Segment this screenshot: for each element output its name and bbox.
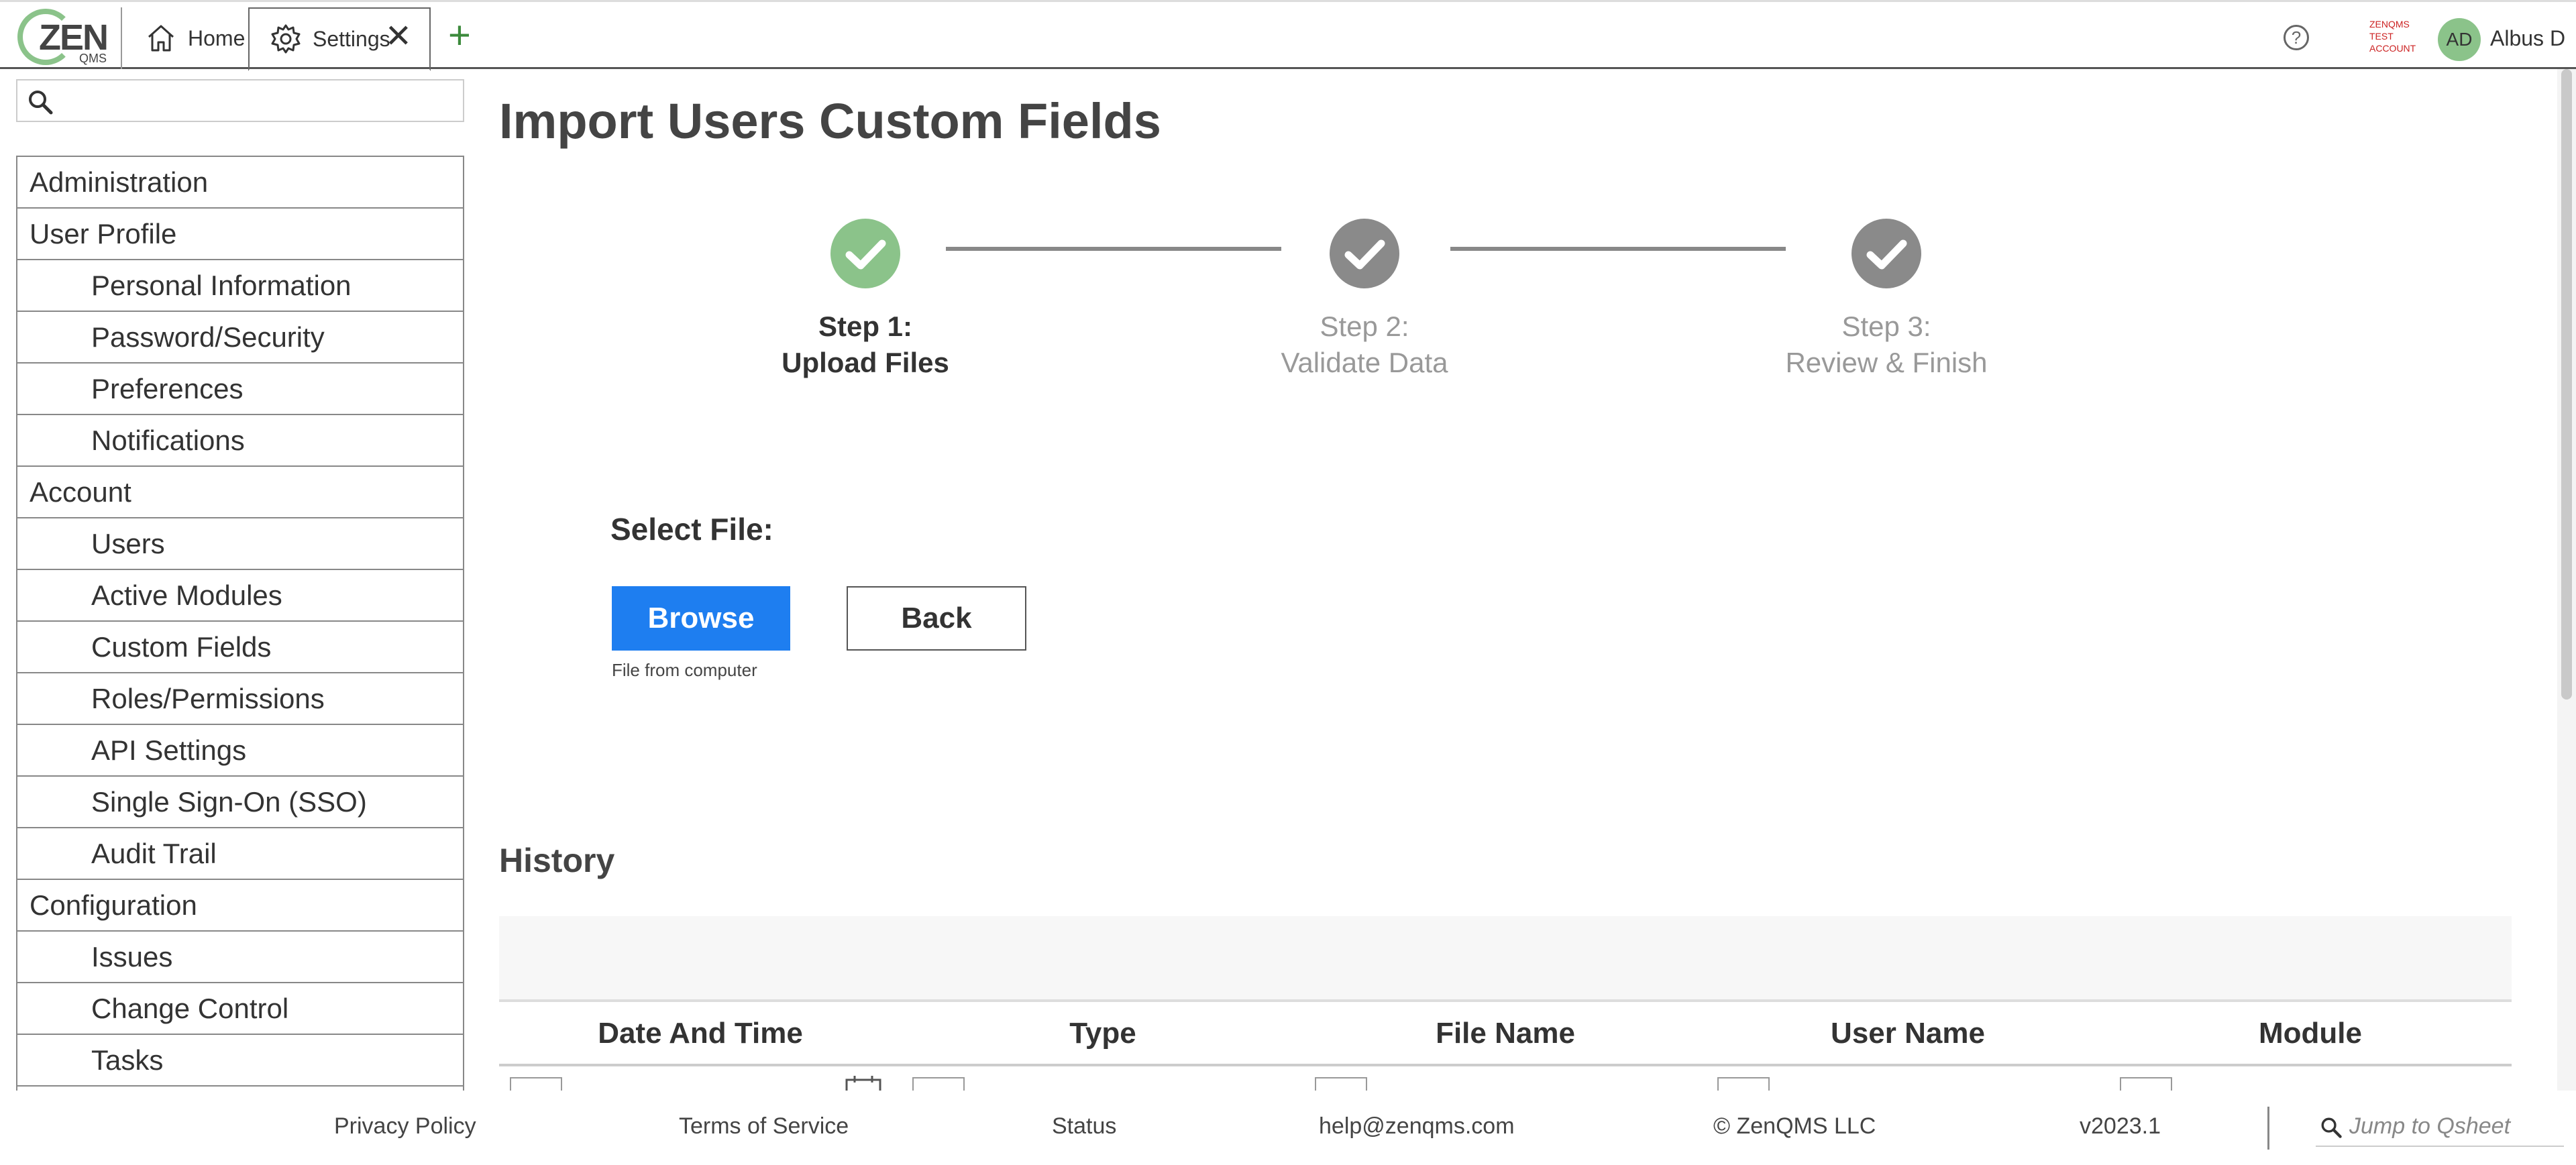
- step-3-title: Review & Finish: [1785, 347, 1988, 378]
- sidebar-item-sso[interactable]: Single Sign-On (SSO): [17, 777, 463, 828]
- version-text: v2023.1: [2080, 1113, 2161, 1139]
- step-3-label: Step 3: Review & Finish: [1752, 309, 2021, 381]
- zenqms-logo[interactable]: ZEN QMS: [15, 6, 109, 68]
- filter-type-operator[interactable]: [912, 1077, 965, 1091]
- browse-hint: File from computer: [612, 660, 757, 680]
- sidebar-item-issues[interactable]: Issues: [17, 932, 463, 983]
- sidebar-item-active-modules[interactable]: Active Modules: [17, 570, 463, 622]
- sidebar-item-personal-information[interactable]: Personal Information: [17, 260, 463, 312]
- sidebar-item-notifications[interactable]: Notifications: [17, 415, 463, 467]
- history-title: History: [499, 842, 615, 879]
- filter-date-operator[interactable]: [510, 1077, 562, 1091]
- page-title: Import Users Custom Fields: [499, 93, 1161, 149]
- sidebar-item-configuration[interactable]: Configuration: [17, 880, 463, 932]
- column-header-file-name[interactable]: File Name: [1304, 1017, 1707, 1050]
- status-link[interactable]: Status: [1052, 1113, 1116, 1140]
- step-2-number: Step 2:: [1320, 311, 1409, 342]
- step-connector-1: [946, 247, 1281, 251]
- filter-file-name-operator[interactable]: [1315, 1077, 1367, 1091]
- page-scrollbar[interactable]: [2557, 69, 2576, 1091]
- check-icon: [830, 219, 900, 288]
- select-file-label: Select File:: [610, 512, 773, 547]
- step-connector-2: [1450, 247, 1786, 251]
- step-2-label: Step 2: Validate Data: [1230, 309, 1499, 381]
- step-2-title: Validate Data: [1281, 347, 1448, 378]
- sidebar-item-account[interactable]: Account: [17, 467, 463, 518]
- column-header-date-and-time[interactable]: Date And Time: [499, 1017, 902, 1050]
- sidebar-item-password-security[interactable]: Password/Security: [17, 312, 463, 364]
- sidebar-item-preferences[interactable]: Preferences: [17, 364, 463, 415]
- sidebar-item-audit-trail[interactable]: Audit Trail: [17, 828, 463, 880]
- step-1-indicator: [830, 219, 900, 288]
- history-toolbar: [499, 916, 2512, 1002]
- copyright-text: © ZenQMS LLC: [1713, 1113, 1876, 1139]
- history-table-header: Date And Time Type File Name User Name M…: [499, 1005, 2512, 1066]
- sidebar-item-api-settings[interactable]: API Settings: [17, 725, 463, 777]
- user-name[interactable]: Albus D: [2490, 26, 2565, 51]
- filter-module-operator[interactable]: [2120, 1077, 2172, 1091]
- tab-settings[interactable]: Settings ✕: [248, 7, 431, 71]
- column-header-type[interactable]: Type: [902, 1017, 1304, 1050]
- footer: Privacy Policy Terms of Service Status h…: [0, 1091, 2576, 1165]
- calendar-icon[interactable]: [844, 1074, 883, 1091]
- sidebar-item-users[interactable]: Users: [17, 518, 463, 570]
- close-icon[interactable]: ✕: [385, 21, 412, 53]
- top-bar: ZEN QMS Home Settings ✕ + ? ZENQMS TEST …: [0, 0, 2576, 71]
- tab-home-label: Home: [188, 25, 246, 50]
- check-icon: [1330, 219, 1399, 288]
- settings-nav: Administration User Profile Personal Inf…: [16, 156, 464, 1091]
- help-icon[interactable]: ?: [2284, 25, 2309, 50]
- jump-to-qsheet: [2316, 1107, 2564, 1147]
- privacy-policy-link[interactable]: Privacy Policy: [334, 1113, 476, 1140]
- step-1-number: Step 1:: [818, 311, 913, 342]
- test-account-badge: ZENQMS TEST ACCOUNT: [2369, 19, 2416, 54]
- sidebar-item-roles-permissions[interactable]: Roles/Permissions: [17, 673, 463, 725]
- filter-user-name-operator[interactable]: [1717, 1077, 1770, 1091]
- step-2-indicator: [1330, 219, 1399, 288]
- sidebar-item-change-control[interactable]: Change Control: [17, 983, 463, 1035]
- jump-to-qsheet-input[interactable]: [2349, 1111, 2557, 1142]
- search-icon: [29, 91, 53, 115]
- sidebar-item-tasks[interactable]: Tasks: [17, 1035, 463, 1087]
- back-button[interactable]: Back: [847, 586, 1026, 651]
- add-tab-button[interactable]: +: [448, 15, 471, 56]
- sidebar-item-user-profile[interactable]: User Profile: [17, 209, 463, 260]
- browse-button[interactable]: Browse: [612, 586, 790, 651]
- history-filter-row: [499, 1069, 2512, 1091]
- home-icon: [148, 25, 174, 52]
- search-icon: [2321, 1117, 2342, 1138]
- gear-icon: [271, 24, 301, 54]
- avatar[interactable]: AD: [2438, 18, 2481, 61]
- sidebar-search-input[interactable]: [59, 85, 455, 117]
- tab-settings-label: Settings: [313, 26, 390, 51]
- column-header-module[interactable]: Module: [2109, 1017, 2512, 1050]
- step-1-label: Step 1: Upload Files: [731, 309, 1000, 381]
- step-1-title: Upload Files: [782, 347, 949, 378]
- footer-divider: [2267, 1107, 2269, 1150]
- support-email-link[interactable]: help@zenqms.com: [1319, 1113, 1515, 1140]
- scrollbar-thumb[interactable]: [2561, 69, 2572, 700]
- column-header-user-name[interactable]: User Name: [1707, 1017, 2109, 1050]
- sidebar-search: [16, 79, 464, 122]
- terms-of-service-link[interactable]: Terms of Service: [679, 1113, 849, 1140]
- sidebar-item-administration[interactable]: Administration: [17, 157, 463, 209]
- logo-subtext: QMS: [79, 52, 107, 65]
- check-icon: [1851, 219, 1921, 288]
- sidebar-item-custom-fields[interactable]: Custom Fields: [17, 622, 463, 673]
- step-3-indicator: [1851, 219, 1921, 288]
- step-3-number: Step 3:: [1841, 311, 1931, 342]
- tab-home[interactable]: Home: [121, 7, 248, 69]
